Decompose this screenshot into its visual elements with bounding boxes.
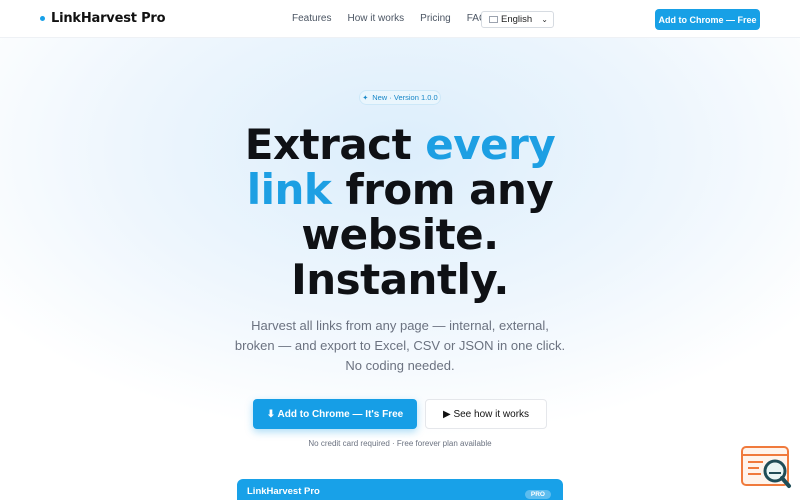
logo-dot-icon (40, 16, 45, 21)
hero-title-highlight: every (425, 120, 556, 169)
nav-link-pricing[interactable]: Pricing (420, 13, 451, 24)
sparkle-icon: ✦ (362, 94, 369, 102)
logo-text: LinkHarvest Pro (51, 11, 166, 26)
nav-links: Features How it works Pricing FAQ (292, 13, 487, 24)
hero-title-text: from any (331, 165, 554, 214)
extension-preview: LinkHarvest Pro PRO (237, 479, 563, 500)
hero-subtitle: Harvest all links from any page — intern… (234, 318, 566, 373)
nav-link-how-it-works[interactable]: How it works (347, 13, 404, 24)
add-to-chrome-button[interactable]: ⬇ Add to Chrome — It's Free (253, 399, 417, 429)
hero-title-text: Instantly. (291, 255, 509, 304)
hero-title-highlight: link (246, 165, 332, 214)
flag-icon (489, 16, 498, 23)
chevron-down-icon: ⌄ (541, 15, 548, 24)
see-how-it-works-button[interactable]: ▶ See how it works (425, 399, 547, 429)
pro-badge: PRO (524, 490, 551, 499)
search-analytics-icon[interactable] (741, 446, 793, 490)
logo[interactable]: LinkHarvest Pro (40, 11, 166, 26)
language-value: English (501, 14, 533, 25)
hero-note: No credit card required · Free forever p… (308, 439, 492, 448)
add-to-chrome-nav-button[interactable]: Add to Chrome — Free (655, 9, 760, 30)
top-nav: LinkHarvest Pro Features How it works Pr… (0, 0, 800, 38)
preview-title: LinkHarvest Pro (247, 486, 320, 497)
nav-link-features[interactable]: Features (292, 13, 331, 24)
version-badge-text: New · Version 1.0.0 (372, 93, 438, 102)
hero-title-text: website. (301, 210, 499, 259)
language-select[interactable]: English ⌄ (481, 11, 554, 28)
version-badge: ✦ New · Version 1.0.0 (359, 90, 441, 105)
hero-title-text: Extract (244, 120, 426, 169)
hero-title: Extract every link from any website. Ins… (100, 122, 700, 302)
